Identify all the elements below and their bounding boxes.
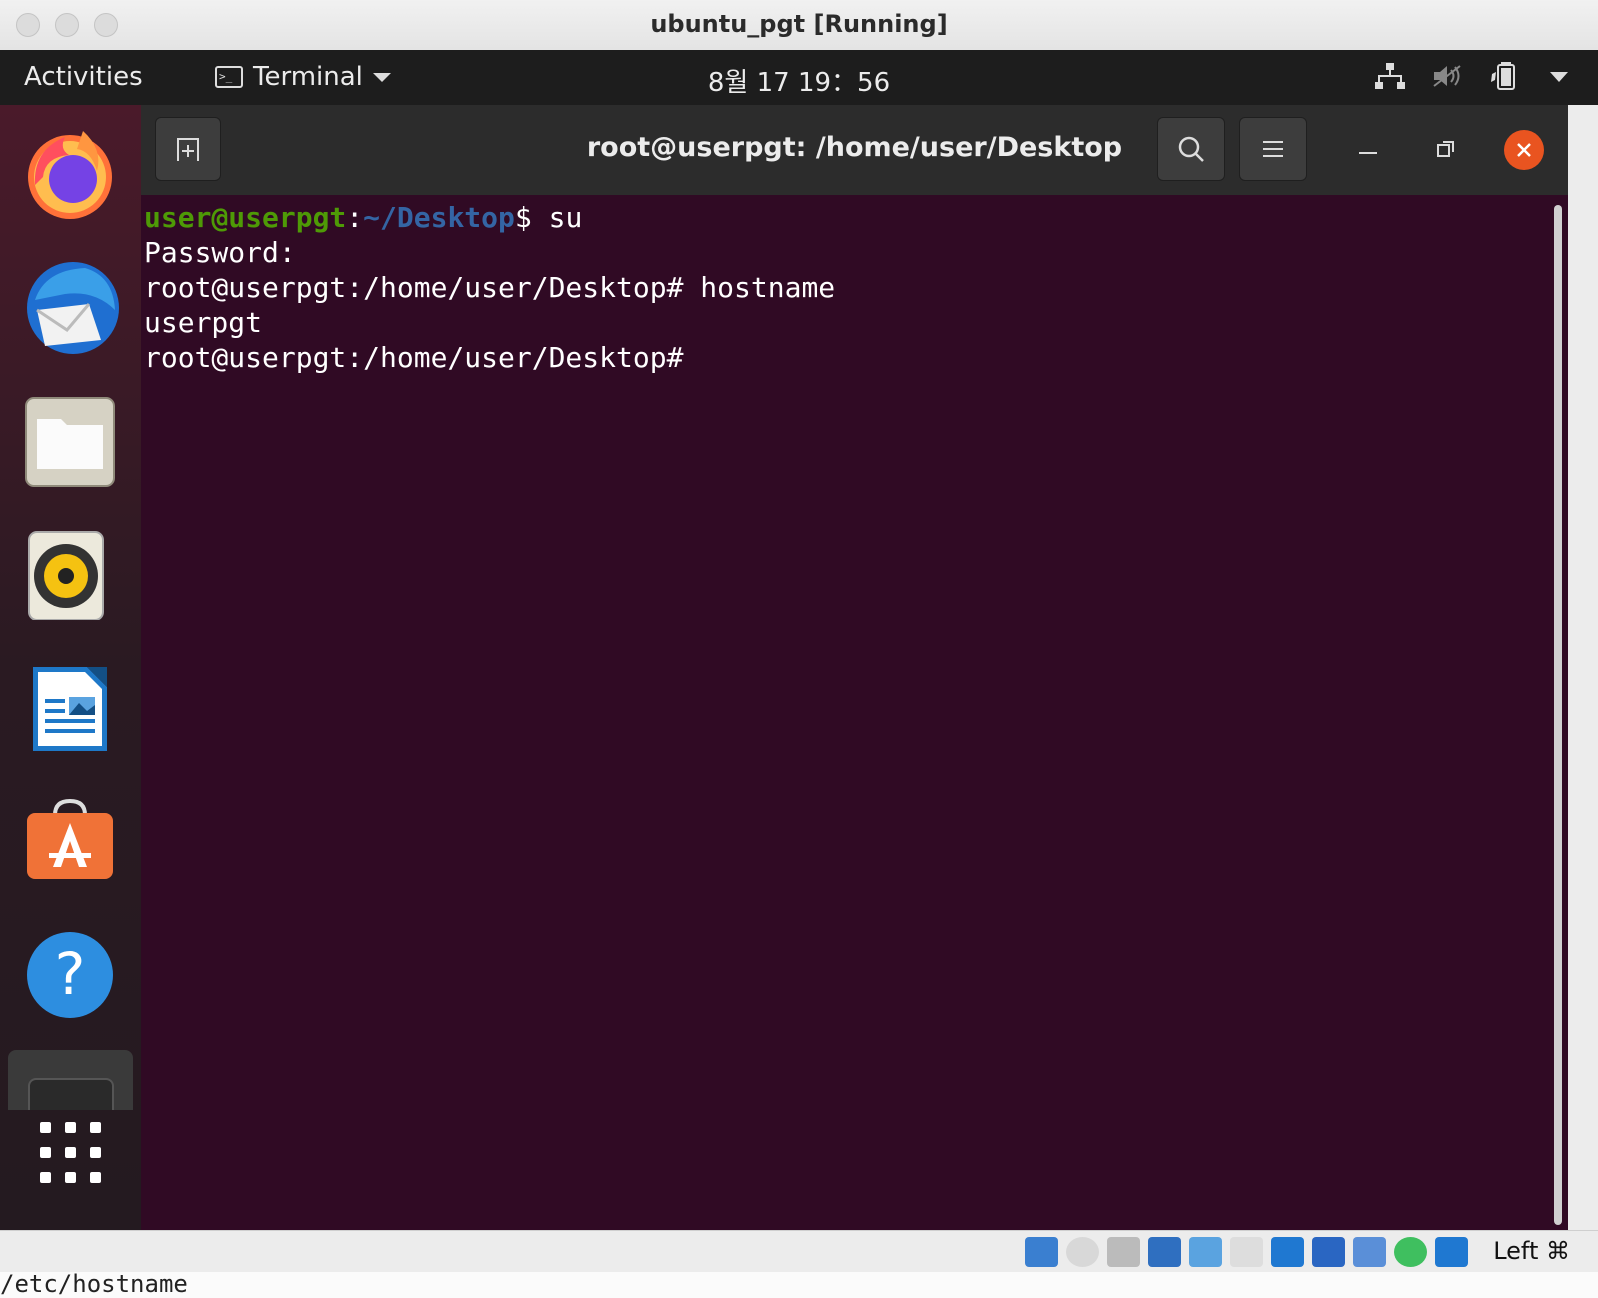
terminal-headerbar: root@userpgt: /home/user/Desktop bbox=[141, 105, 1568, 195]
terminal-icon[interactable] bbox=[8, 1050, 133, 1110]
host-key-label: Left ⌘ bbox=[1493, 1237, 1570, 1265]
host-window-title: ubuntu_pgt [Running] bbox=[650, 10, 948, 38]
close-button[interactable] bbox=[1504, 130, 1544, 170]
terminal-line: user@userpgt:~/Desktop$ su bbox=[144, 201, 582, 234]
shared-folders-icon[interactable] bbox=[1230, 1237, 1263, 1267]
help-icon[interactable]: ? bbox=[25, 930, 115, 1020]
prompt-colon: : bbox=[346, 201, 364, 234]
command-text: $ su bbox=[514, 201, 583, 234]
audio-icon[interactable] bbox=[1107, 1237, 1140, 1267]
chevron-down-icon[interactable] bbox=[1548, 69, 1570, 88]
optical-drive-icon[interactable] bbox=[1066, 1237, 1099, 1267]
host-window-titlebar: ubuntu_pgt [Running] bbox=[0, 0, 1598, 51]
system-tray[interactable] bbox=[1374, 62, 1570, 94]
hard-disk-icon[interactable] bbox=[1025, 1237, 1058, 1267]
network-adapter-icon[interactable] bbox=[1148, 1237, 1181, 1267]
cpu-icon[interactable] bbox=[1353, 1237, 1386, 1267]
recording-icon[interactable] bbox=[1312, 1237, 1345, 1267]
svg-text:?: ? bbox=[55, 940, 86, 1008]
show-apps-icon[interactable] bbox=[38, 1120, 104, 1186]
vbox-device-icons bbox=[1025, 1237, 1468, 1267]
files-icon[interactable] bbox=[25, 397, 115, 487]
maximize-button[interactable] bbox=[1435, 138, 1457, 164]
mouse-integration-icon[interactable] bbox=[1435, 1237, 1468, 1267]
network-icon[interactable] bbox=[1374, 62, 1406, 94]
terminal-line: root@userpgt:/home/user/Desktop# hostnam… bbox=[144, 271, 836, 304]
display-icon[interactable] bbox=[1271, 1237, 1304, 1267]
restore-icon bbox=[1437, 141, 1454, 157]
terminal-line: Password: bbox=[144, 236, 296, 269]
battery-icon[interactable] bbox=[1490, 62, 1522, 94]
guest-additions-icon[interactable] bbox=[1394, 1237, 1427, 1267]
search-icon bbox=[1178, 136, 1204, 162]
rhythmbox-icon[interactable] bbox=[25, 530, 115, 621]
thunderbird-icon[interactable] bbox=[25, 260, 119, 354]
ubuntu-software-icon[interactable] bbox=[25, 795, 115, 885]
background-text: /etc/hostname bbox=[0, 1272, 188, 1298]
prompt-user: user@userpgt bbox=[144, 201, 347, 234]
vbox-status-bar: Left ⌘ bbox=[0, 1230, 1598, 1273]
scrollbar[interactable] bbox=[1554, 205, 1562, 1225]
minimize-button[interactable] bbox=[1357, 138, 1379, 164]
search-button[interactable] bbox=[1157, 117, 1225, 181]
usb-icon[interactable] bbox=[1189, 1237, 1222, 1267]
terminal-output[interactable]: user@userpgt:~/Desktop$ su Password: roo… bbox=[141, 195, 1568, 1230]
firefox-icon[interactable] bbox=[25, 125, 115, 219]
terminal-line: userpgt bbox=[144, 306, 263, 339]
ubuntu-top-bar: Activities >_ Terminal 8월 17 19：56 bbox=[0, 50, 1598, 105]
menu-button[interactable] bbox=[1239, 117, 1307, 181]
clock[interactable]: 8월 17 19：56 bbox=[0, 62, 1598, 99]
ubuntu-dock: ? bbox=[0, 105, 141, 1230]
hamburger-icon bbox=[1263, 141, 1283, 157]
close-icon bbox=[1517, 143, 1531, 157]
terminal-line: root@userpgt:/home/user/Desktop# bbox=[144, 341, 684, 374]
prompt-path: ~/Desktop bbox=[363, 201, 515, 234]
background-window-strip: /etc/hostname bbox=[0, 1272, 1598, 1298]
volume-muted-icon[interactable] bbox=[1432, 62, 1464, 94]
minimize-icon bbox=[1359, 152, 1377, 154]
libreoffice-writer-icon[interactable] bbox=[25, 663, 115, 753]
terminal-title: root@userpgt: /home/user/Desktop bbox=[586, 132, 1123, 163]
